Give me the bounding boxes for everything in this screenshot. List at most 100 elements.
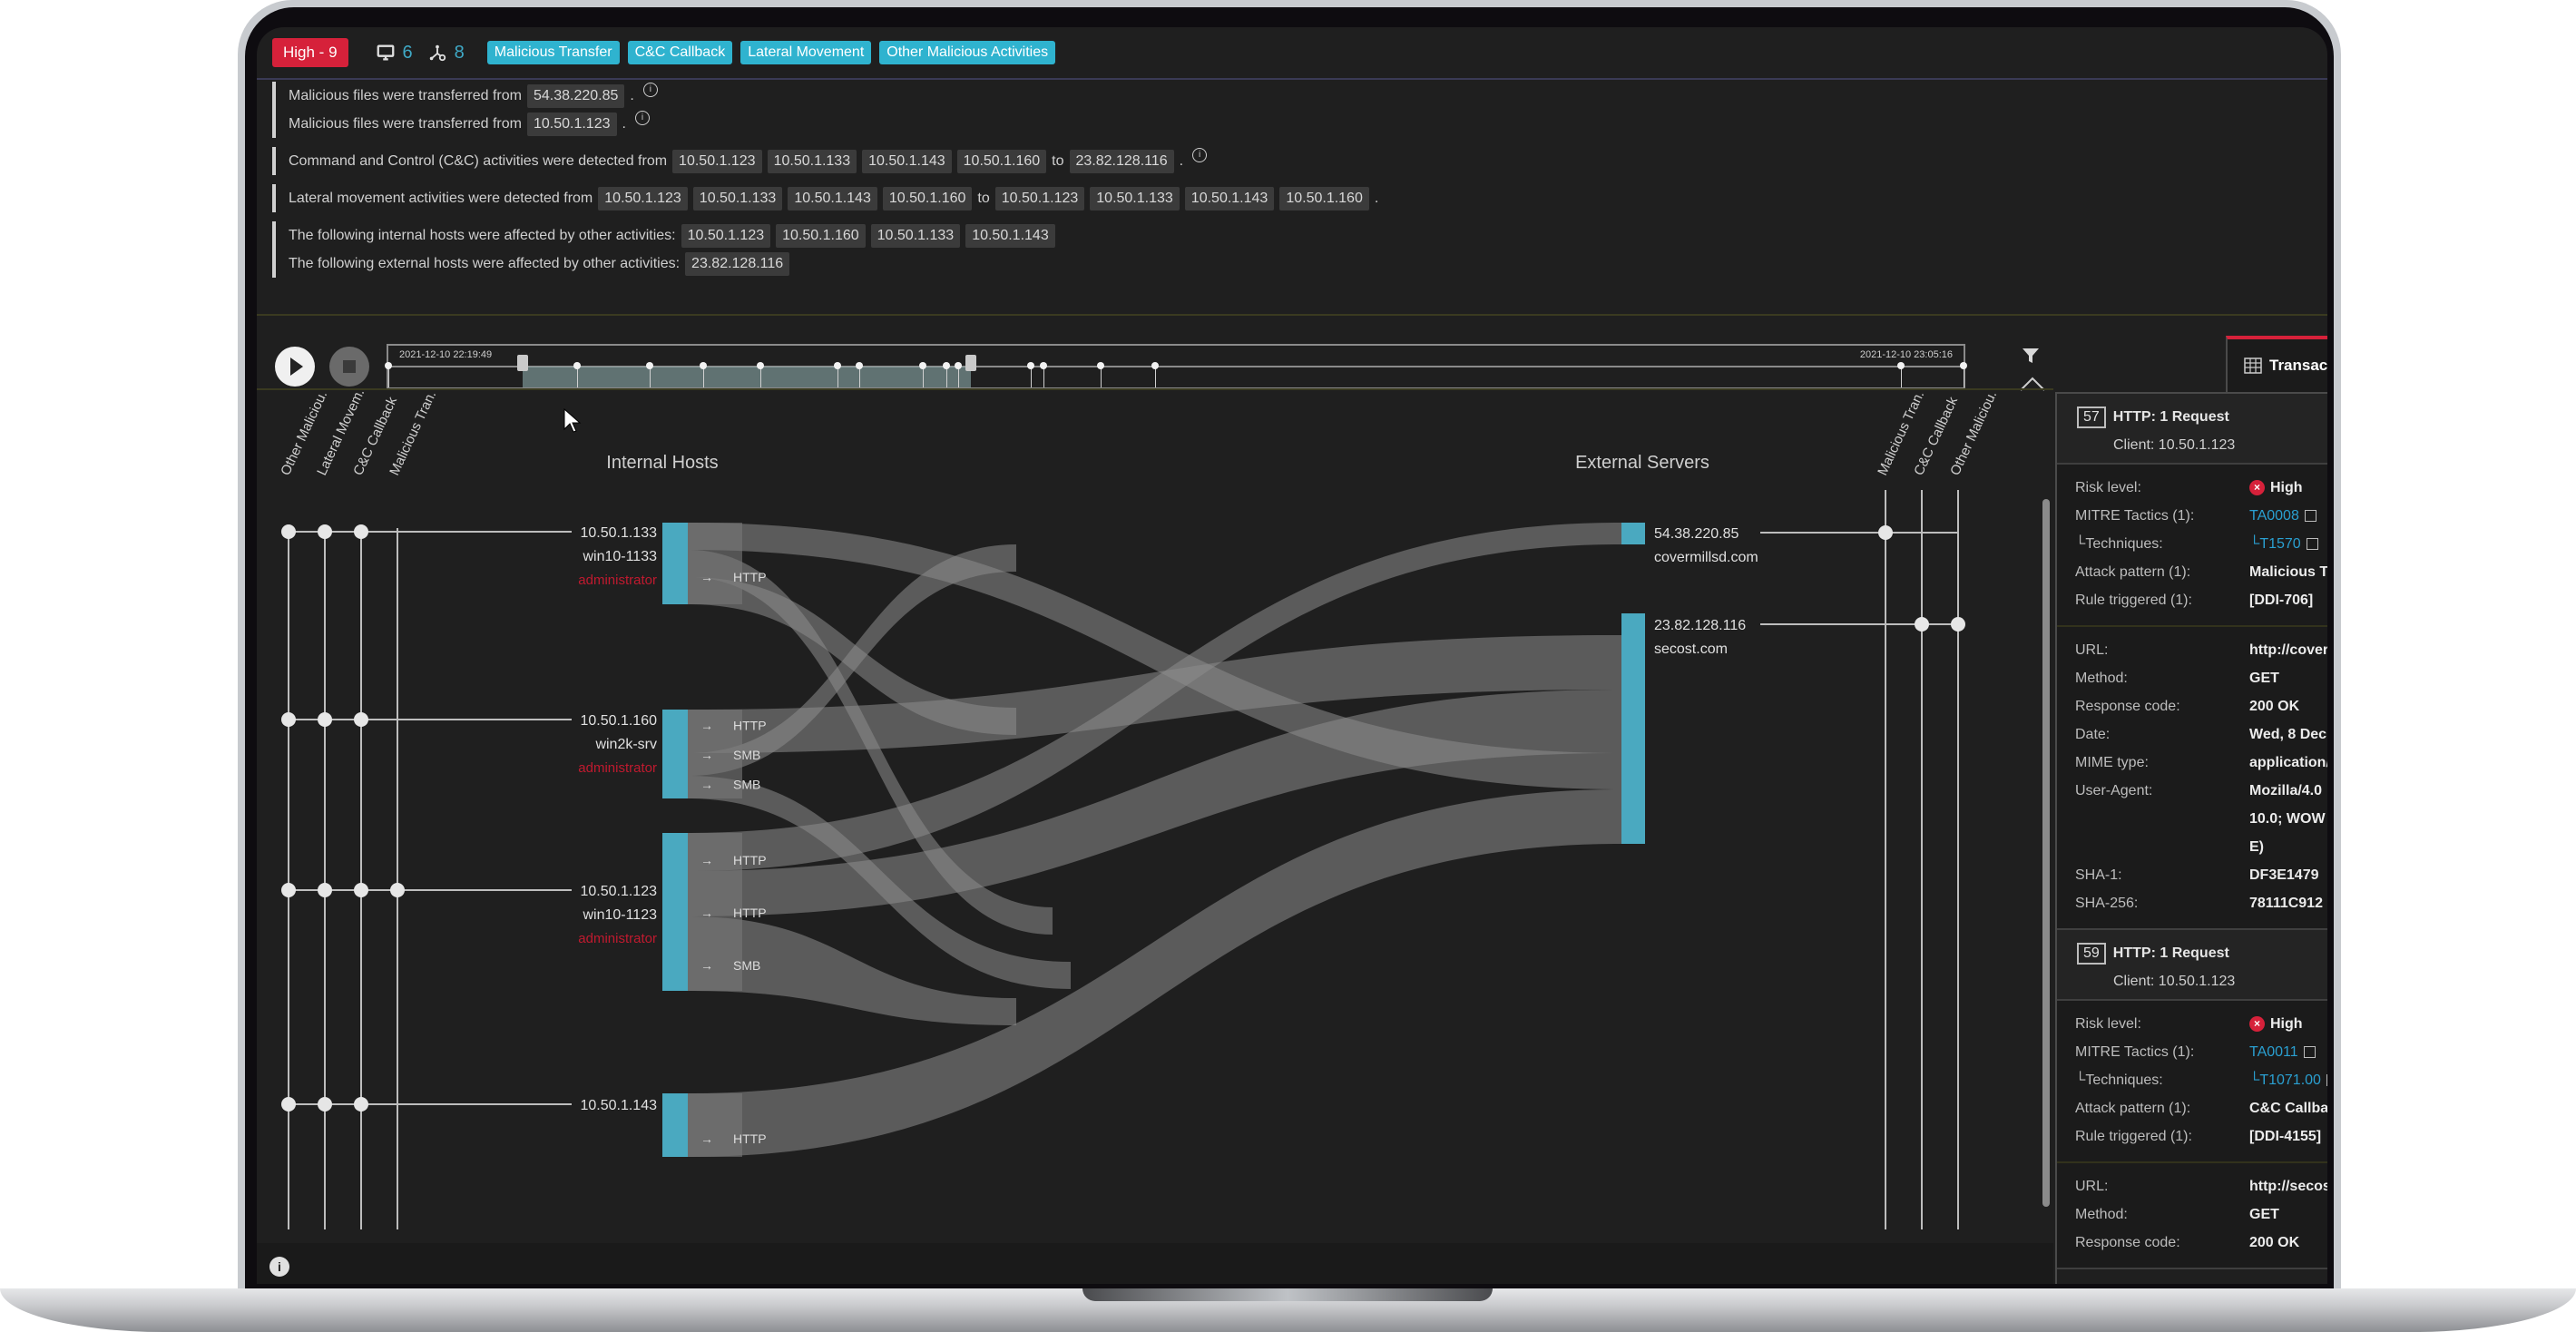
external-server-node[interactable]: [1621, 613, 1645, 844]
category-marker-dot[interactable]: [281, 712, 296, 727]
timeline-start-handle[interactable]: [516, 355, 528, 371]
internal-host-node[interactable]: [662, 523, 688, 604]
category-marker-dot[interactable]: [390, 883, 405, 897]
external-server-node[interactable]: [1621, 523, 1645, 544]
ip-chip[interactable]: 10.50.1.143: [1184, 186, 1275, 211]
external-link-icon[interactable]: [2304, 509, 2316, 522]
ip-chip[interactable]: 10.50.1.160: [956, 149, 1047, 173]
tag-other-malicious[interactable]: Other Malicious Activities: [879, 41, 1056, 64]
external-link-icon[interactable]: [2326, 1073, 2327, 1086]
category-marker-dot[interactable]: [354, 524, 368, 539]
category-marker-dot[interactable]: [318, 524, 332, 539]
ip-chip[interactable]: 10.50.1.123: [598, 186, 688, 211]
timeline-event-dot[interactable]: [833, 362, 841, 369]
category-marker-dot[interactable]: [354, 883, 368, 897]
ip-chip[interactable]: 10.50.1.133: [692, 186, 783, 211]
detail-value: 10.0; WOW: [2249, 810, 2326, 827]
mitre-link[interactable]: TA0011: [2249, 1044, 2298, 1060]
tag-cnc-callback[interactable]: C&C Callback: [627, 41, 733, 64]
funnel-icon[interactable]: [2021, 346, 2041, 366]
ip-chip[interactable]: 10.50.1.123: [681, 223, 771, 248]
timeline-event-dot[interactable]: [1151, 362, 1160, 369]
category-marker-dot[interactable]: [1878, 525, 1893, 540]
internal-host-node[interactable]: [662, 1093, 688, 1157]
timeline-track[interactable]: 2021-12-10 22:19:49 2021-12-10 23:05:16: [385, 344, 1967, 389]
host-ip-label[interactable]: 10.50.1.123: [580, 884, 657, 899]
host-ip-label[interactable]: 10.50.1.160: [580, 713, 657, 729]
ip-chip[interactable]: 10.50.1.133: [767, 149, 857, 173]
graph-scrollbar[interactable]: [2042, 499, 2050, 1207]
external-link-icon[interactable]: [2306, 537, 2318, 550]
category-marker-dot[interactable]: [281, 883, 296, 897]
timeline-event-dot[interactable]: [1896, 362, 1905, 369]
info-icon[interactable]: i: [1192, 147, 1208, 162]
transaction-card-header[interactable]: 59 HTTP: 1 Request Client: 10.50.1.123: [2057, 930, 2327, 1001]
host-ip-label[interactable]: 10.50.1.133: [580, 525, 657, 541]
mitre-link[interactable]: └T1071.00: [2249, 1072, 2321, 1088]
ip-chip[interactable]: 10.50.1.160: [1279, 186, 1369, 211]
ip-chip[interactable]: 10.50.1.143: [788, 186, 877, 211]
ip-chip[interactable]: 10.50.1.133: [1090, 186, 1180, 211]
tag-lateral-movement[interactable]: Lateral Movement: [740, 41, 872, 64]
tab-transactions[interactable]: Transac: [2226, 336, 2327, 392]
timeline-event-dot[interactable]: [756, 362, 764, 369]
timeline-selected-range[interactable]: [522, 367, 972, 387]
timeline-event-dot[interactable]: [856, 362, 864, 369]
timeline-event-dot[interactable]: [385, 362, 392, 369]
detail-value: [DDI-706]: [2249, 593, 2313, 609]
ip-chip[interactable]: 23.82.128.116: [1069, 149, 1174, 173]
detail-key: User-Agent:: [2075, 782, 2153, 798]
stop-button[interactable]: [329, 347, 369, 387]
ip-chip[interactable]: 10.50.1.160: [776, 223, 866, 248]
info-icon[interactable]: i: [642, 82, 658, 97]
category-marker-dot[interactable]: [318, 712, 332, 727]
category-marker-dot[interactable]: [318, 883, 332, 897]
host-ip-label[interactable]: 10.50.1.143: [580, 1098, 657, 1113]
tag-malicious-transfer[interactable]: Malicious Transfer: [486, 41, 620, 64]
info-icon[interactable]: i: [269, 1257, 289, 1277]
timeline-end-handle[interactable]: [965, 355, 977, 371]
transaction-card-header[interactable]: 57 HTTP: 1 Request Client: 10.50.1.123: [2057, 394, 2327, 465]
connections-stat[interactable]: 8: [427, 43, 465, 64]
category-marker-dot[interactable]: [354, 1097, 368, 1112]
timeline-event-dot[interactable]: [1960, 362, 1967, 369]
detail-value[interactable]: └T1570: [2249, 536, 2318, 553]
info-icon[interactable]: i: [634, 110, 650, 125]
play-button[interactable]: [275, 347, 315, 387]
category-marker-dot[interactable]: [354, 712, 368, 727]
ip-chip[interactable]: 54.38.220.85: [526, 83, 625, 108]
ip-chip[interactable]: 10.50.1.123: [994, 186, 1085, 211]
hosts-stat[interactable]: 6: [376, 43, 413, 64]
category-marker-dot[interactable]: [281, 524, 296, 539]
ip-chip[interactable]: 10.50.1.143: [862, 149, 952, 173]
detail-value[interactable]: TA0008: [2249, 508, 2316, 524]
detail-value[interactable]: TA0011: [2249, 1044, 2316, 1061]
server-ip-label[interactable]: 23.82.128.116: [1654, 618, 1746, 633]
ip-chip[interactable]: 10.50.1.123: [672, 149, 762, 173]
server-ip-label[interactable]: 54.38.220.85: [1654, 526, 1739, 542]
timeline-event-dot[interactable]: [918, 362, 926, 369]
detail-value[interactable]: └T1071.00: [2249, 1072, 2327, 1089]
internal-host-node[interactable]: [662, 833, 688, 991]
category-marker-dot[interactable]: [318, 1097, 332, 1112]
timeline-event-dot[interactable]: [942, 362, 950, 369]
mitre-link[interactable]: └T1570: [2249, 536, 2301, 552]
timeline-event-dot[interactable]: [1096, 362, 1104, 369]
detail-row: MIME type: application/: [2075, 749, 2327, 777]
category-marker-dot[interactable]: [1915, 617, 1929, 632]
summary-suffix: .: [1179, 152, 1184, 169]
ip-chip[interactable]: 10.50.1.160: [882, 186, 973, 211]
category-marker-dot[interactable]: [1951, 617, 1965, 632]
timeline-event-dot[interactable]: [1040, 362, 1048, 369]
mitre-link[interactable]: TA0008: [2249, 508, 2299, 524]
timeline-event-dot[interactable]: [1027, 362, 1035, 369]
ip-chip[interactable]: 10.50.1.143: [965, 223, 1055, 248]
category-marker-dot[interactable]: [281, 1097, 296, 1112]
ip-chip[interactable]: 23.82.128.116: [685, 251, 790, 276]
external-link-icon[interactable]: [2303, 1045, 2316, 1058]
ip-chip[interactable]: 10.50.1.123: [526, 112, 617, 136]
detail-value-text: [DDI-4155]: [2249, 1128, 2322, 1144]
internal-host-node[interactable]: [662, 710, 688, 798]
ip-chip[interactable]: 10.50.1.133: [870, 223, 961, 248]
incident-header: High - 9 6 8 Malicious Transfer C&C Call…: [257, 27, 2327, 80]
